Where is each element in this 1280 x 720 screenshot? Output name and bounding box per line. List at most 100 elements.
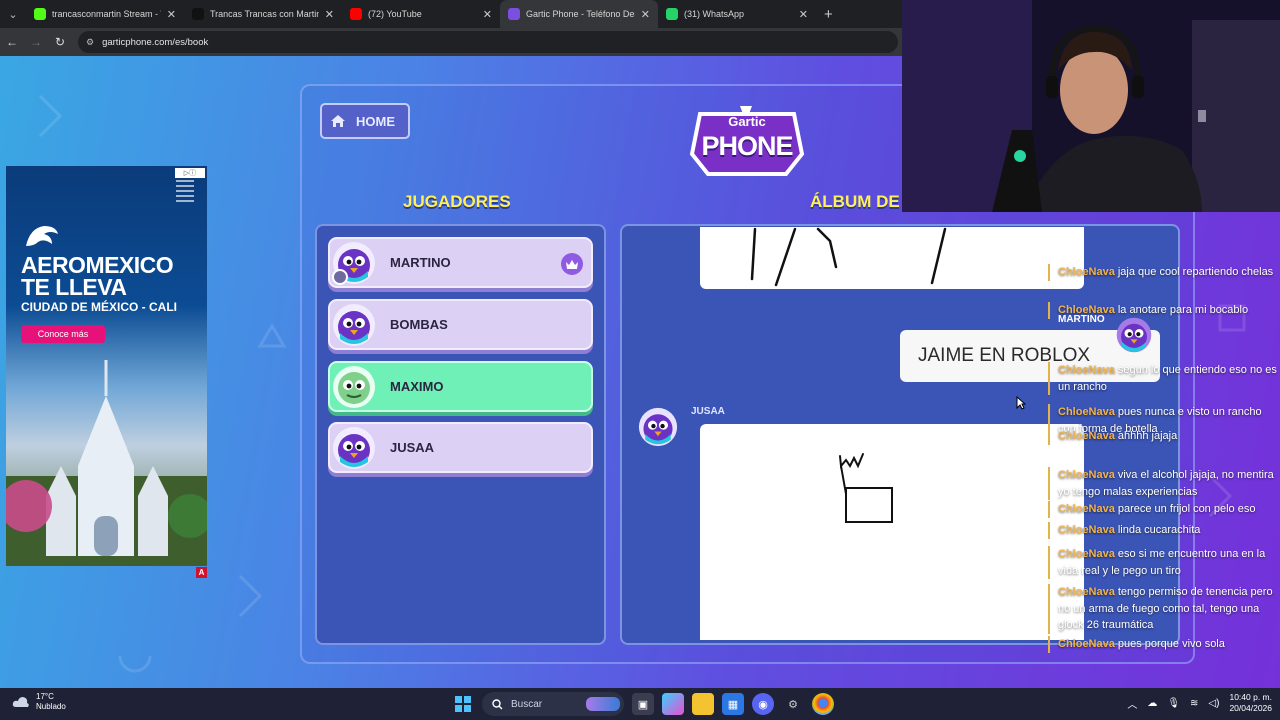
previous-drawing xyxy=(750,227,947,287)
host-crown-icon xyxy=(561,253,583,275)
chat-message: ChloeNava jaja que cool repartiendo chela… xyxy=(1048,264,1278,281)
ad-brand-text: AEROMEXICO TE LLEVA xyxy=(21,252,174,300)
taskbar-search[interactable]: Buscar xyxy=(482,692,624,716)
player-name: BOMBAS xyxy=(390,317,448,332)
system-tray: ︿ ☁ 🎙︎ ≋ ◁) 10:40 p. m. 20/04/2026 xyxy=(1127,692,1272,714)
player-avatar xyxy=(332,241,376,285)
close-tab-icon[interactable]: ✕ xyxy=(483,8,492,21)
home-button[interactable]: HOME xyxy=(320,103,410,139)
clock-time: 10:40 p. m. xyxy=(1229,692,1272,702)
chat-message: ChloeNava la anotare para mi bocablo xyxy=(1048,302,1278,319)
mouse-cursor-icon xyxy=(1016,396,1026,410)
chat-text: jaja que cool repartiendo chelas xyxy=(1117,266,1274,278)
chrome-icon[interactable] xyxy=(812,693,834,715)
player-card[interactable]: MARTINO xyxy=(328,237,593,288)
wifi-icon[interactable]: ≋ xyxy=(1190,698,1198,709)
chat-username: ChloeNava xyxy=(1058,469,1115,481)
browser-tab-bar: ⌄ trancasconmartin Stream - Wat✕Trancas … xyxy=(0,0,902,28)
steam-icon[interactable]: ⚙ xyxy=(782,693,804,715)
microphone-icon[interactable]: 🎙︎ xyxy=(1167,698,1180,709)
weather-widget[interactable]: 17°C Nublado xyxy=(12,692,66,712)
chat-text: la anotare para mi bocablo xyxy=(1117,304,1249,316)
webcam-overlay xyxy=(902,0,1280,212)
ad-corner-mark[interactable]: A xyxy=(196,567,207,578)
forward-button[interactable]: → xyxy=(24,28,48,56)
whatsapp-icon xyxy=(666,8,678,20)
chat-username: ChloeNava xyxy=(1058,406,1115,418)
close-tab-icon[interactable]: ✕ xyxy=(167,8,176,21)
player-avatar xyxy=(332,303,376,347)
tab-title: Gartic Phone - Teléfono Descor xyxy=(526,9,635,19)
player-card[interactable]: BOMBAS xyxy=(328,299,593,350)
close-tab-icon[interactable]: ✕ xyxy=(799,8,808,21)
site-info-icon[interactable]: ⚙ xyxy=(86,37,94,48)
onedrive-cloud-icon[interactable]: ☁ xyxy=(1147,698,1157,709)
new-tab-button[interactable]: + xyxy=(816,6,841,23)
chat-message: ChloeNava viva el alcohol jajaja, no ment… xyxy=(1048,467,1278,500)
kick-icon xyxy=(34,8,46,20)
file-explorer-icon[interactable] xyxy=(692,693,714,715)
browser-tab[interactable]: (72) YouTube ✕ xyxy=(342,0,500,28)
album-drawing-current xyxy=(700,424,1084,640)
player-card[interactable]: JUSAA xyxy=(328,422,593,473)
players-title: JUGADORES xyxy=(403,192,511,211)
taskbar-center: Buscar ▣ ▦ ◉ ⚙ xyxy=(452,691,834,717)
chat-message: ChloeNava eso si me encuentro una en la v… xyxy=(1048,546,1278,579)
tab-title: trancasconmartin Stream - Wat xyxy=(52,9,161,19)
current-user-icon xyxy=(332,268,348,285)
drawing-author-name: JUSAA xyxy=(691,406,725,417)
ad-choices-badge[interactable]: ▷ⓘ xyxy=(175,168,205,178)
home-icon xyxy=(331,115,345,127)
browser-tab[interactable]: Gartic Phone - Teléfono Descor ✕ xyxy=(500,0,658,28)
back-button[interactable]: ← xyxy=(0,28,24,56)
windows-start-icon[interactable] xyxy=(452,693,474,715)
tray-chevron-icon[interactable]: ︿ xyxy=(1127,696,1137,711)
tiktok-icon xyxy=(192,8,204,20)
search-placeholder: Buscar xyxy=(511,698,543,710)
album-drawing-previous xyxy=(700,227,1084,289)
copilot-icon[interactable] xyxy=(662,693,684,715)
chat-username: ChloeNava xyxy=(1058,524,1115,536)
chat-username: ChloeNava xyxy=(1058,503,1115,515)
tab-title: (72) YouTube xyxy=(368,9,422,19)
browser-tab[interactable]: Trancas Trancas con Martin (@ ✕ xyxy=(184,0,342,28)
advertisement-banner[interactable]: ▷ⓘ AEROMEXICO TE LLEVA CIUDAD DE MÉXICO … xyxy=(6,166,207,566)
home-label: HOME xyxy=(356,113,395,129)
chat-username: ChloeNava xyxy=(1058,266,1115,278)
tab-search-chevron-icon[interactable]: ⌄ xyxy=(0,0,26,28)
reload-button[interactable]: ↻ xyxy=(48,28,72,56)
weather-temperature: 17°C xyxy=(36,692,54,701)
store-icon[interactable]: ▦ xyxy=(722,693,744,715)
windows-taskbar: 17°C Nublado Buscar ▣ ▦ ◉ ⚙ ︿ ☁ 🎙︎ ≋ ◁) … xyxy=(0,688,1280,720)
discord-icon[interactable]: ◉ xyxy=(752,693,774,715)
chat-text: ahhhh jajaja xyxy=(1117,430,1178,442)
chat-message: ChloeNava tengo permiso de tenencia pero … xyxy=(1048,584,1278,634)
chat-text: linda cucarachita xyxy=(1117,524,1201,536)
browser-tab[interactable]: trancasconmartin Stream - Wat ✕ xyxy=(26,0,184,28)
church-image xyxy=(6,360,207,566)
chat-message: ChloeNava linda cucarachita xyxy=(1048,522,1278,539)
task-view-icon[interactable]: ▣ xyxy=(632,693,654,715)
tab-title: (31) WhatsApp xyxy=(684,9,745,19)
search-icon xyxy=(492,698,503,709)
url-input[interactable]: ⚙ garticphone.com/es/book xyxy=(78,31,898,53)
close-tab-icon[interactable]: ✕ xyxy=(641,8,650,21)
youtube-icon xyxy=(350,8,362,20)
answer-author-avatar xyxy=(1115,316,1153,354)
chat-username: ChloeNava xyxy=(1058,586,1115,598)
close-tab-icon[interactable]: ✕ xyxy=(325,8,334,21)
tab-title: Trancas Trancas con Martin (@ xyxy=(210,9,319,19)
ad-cta-button[interactable]: Conoce más xyxy=(21,325,105,343)
logo-top-text: Gartic xyxy=(728,114,766,129)
player-avatar xyxy=(332,426,376,470)
album-title: ÁLBUM DE xyxy=(810,192,900,211)
browser-address-bar: ← → ↻ ⚙ garticphone.com/es/book xyxy=(0,28,902,56)
browser-tab[interactable]: (31) WhatsApp ✕ xyxy=(658,0,816,28)
taskbar-clock[interactable]: 10:40 p. m. 20/04/2026 xyxy=(1229,692,1272,714)
player-card[interactable]: MAXIMO xyxy=(328,361,593,412)
volume-icon[interactable]: ◁) xyxy=(1208,698,1219,709)
player-name: MARTINO xyxy=(390,255,451,270)
weather-condition: Nublado xyxy=(36,702,66,711)
clock-date: 20/04/2026 xyxy=(1229,703,1272,713)
player-avatar xyxy=(332,365,376,409)
